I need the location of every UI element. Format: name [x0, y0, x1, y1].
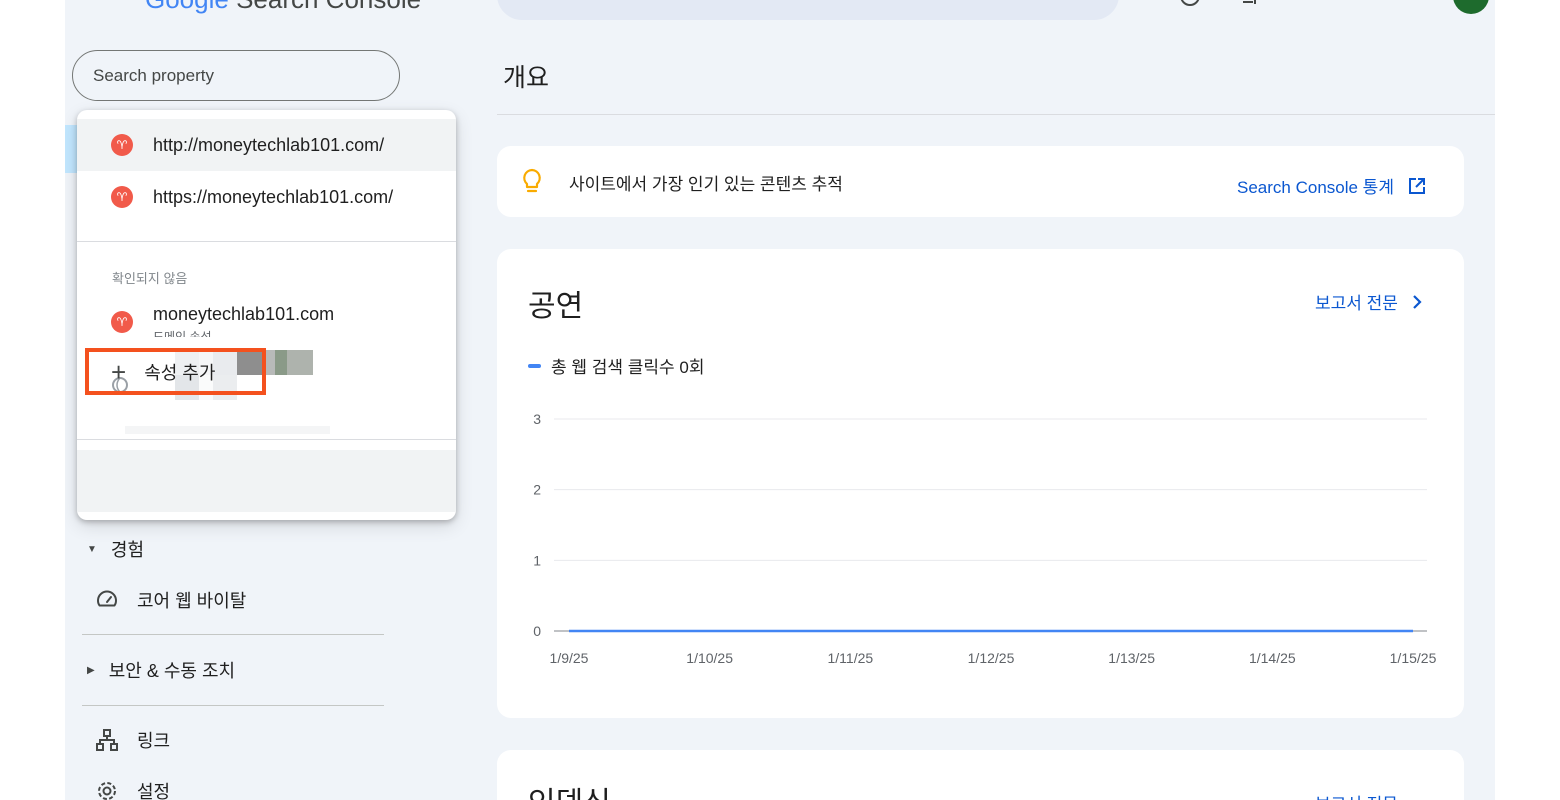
- add-property-label: 속성 추가: [144, 362, 216, 383]
- add-property-button[interactable]: + 속성 추가: [85, 348, 266, 395]
- nav-section-experience[interactable]: ▼ 경험: [87, 536, 144, 562]
- account-avatar[interactable]: [1453, 0, 1489, 14]
- top-bar: Google Search Console: [65, 0, 1495, 26]
- gear-icon: [98, 782, 116, 800]
- notifications-icon[interactable]: [1305, 0, 1327, 12]
- site-favicon-icon: ♈: [111, 186, 133, 208]
- performance-card: 공연 보고서 전문 총 웹 검색 클릭수 0회 0 1 2 3 1/9/25 1/10/2…: [497, 249, 1464, 718]
- chevron-right-icon: [1413, 294, 1422, 309]
- app-logo[interactable]: Google Search Console: [145, 0, 421, 15]
- lightbulb-icon: [523, 168, 541, 193]
- performance-title: 공연: [528, 290, 584, 323]
- indexing-full-report-link[interactable]: 보고서 전문: [1315, 790, 1398, 800]
- property-option[interactable]: ♈ http://moneytechlab101.com/: [77, 119, 456, 171]
- site-favicon-icon: ♈: [111, 311, 133, 333]
- performance-chart: 0 1 2 3 1/9/25 1/10/25 1/11/25 1/12/25 1/13/25 1/…: [533, 411, 1437, 666]
- speed-gauge-icon: [97, 590, 117, 607]
- property-url: https://moneytechlab101.com/: [153, 186, 394, 207]
- add-property-row[interactable]: [77, 450, 456, 512]
- nav-item-settings[interactable]: 설정: [95, 778, 170, 800]
- page-title: 개요: [503, 64, 550, 92]
- redacted-text: [125, 426, 330, 434]
- nav-section-label: 보안 & 수동 조치: [108, 661, 236, 681]
- insights-link-label: Search Console 통계: [1237, 178, 1394, 197]
- x-tick-label: 1/11/25: [827, 650, 873, 666]
- property-url: moneytechlab101.com: [153, 303, 335, 324]
- top-search-bar[interactable]: [497, 0, 1119, 20]
- tip-card: 사이트에서 가장 인기 있는 콘텐츠 추적 Search Console 통계: [497, 146, 1464, 217]
- dropdown-divider: [77, 439, 456, 440]
- legend-label: 총 웹 검색 클릭수 0회: [551, 358, 705, 377]
- x-tick-label: 1/9/25: [550, 650, 589, 666]
- nav-item-label: 설정: [137, 782, 171, 800]
- logo-google: Google: [145, 0, 229, 14]
- search-property-input[interactable]: Search property: [72, 50, 400, 101]
- nav-item-label: 링크: [137, 731, 171, 751]
- insights-link[interactable]: Search Console 통계: [1237, 173, 1426, 198]
- caret-right-icon: ▶: [87, 664, 95, 676]
- property-sublabel: 도메인 속성: [153, 330, 212, 337]
- site-favicon-icon: ♈: [111, 134, 133, 156]
- chart-legend[interactable]: 총 웹 검색 클릭수 0회: [528, 353, 704, 378]
- nav-divider: [82, 634, 384, 635]
- x-tick-label: 1/13/25: [1108, 650, 1155, 666]
- open-in-new-icon: [1408, 177, 1425, 194]
- sitemap-icon: [96, 729, 118, 751]
- property-dropdown: ♈ http://moneytechlab101.com/ ♈ https://…: [77, 110, 456, 520]
- logo-product: Search Console: [236, 0, 421, 14]
- x-tick-label: 1/14/25: [1249, 650, 1296, 666]
- help-icon[interactable]: [1179, 0, 1201, 12]
- search-console-app: Google Search Console Search property ▼ …: [65, 0, 1495, 800]
- dropdown-divider: [77, 241, 456, 242]
- tip-text: 사이트에서 가장 인기 있는 콘텐츠 추적: [569, 175, 843, 194]
- legend-swatch: [528, 363, 541, 368]
- property-url: http://moneytechlab101.com/: [153, 134, 385, 155]
- property-option[interactable]: ♈ moneytechlab101.com: [77, 290, 456, 342]
- nav-section-security[interactable]: ▶ 보안 & 수동 조치: [87, 657, 235, 683]
- nav-item-links[interactable]: 링크: [95, 727, 170, 753]
- performance-full-report-link[interactable]: 보고서 전문: [1315, 289, 1422, 314]
- report-link-label: 보고서 전문: [1315, 294, 1398, 313]
- apps-grid-icon[interactable]: [1395, 0, 1417, 12]
- y-tick-label: 3: [533, 411, 541, 427]
- y-tick-label: 0: [533, 623, 541, 639]
- caret-down-icon: ▼: [87, 543, 97, 555]
- x-tick-label: 1/10/25: [686, 650, 733, 666]
- x-tick-label: 1/15/25: [1390, 650, 1437, 666]
- user-settings-icon[interactable]: [1239, 0, 1261, 12]
- nav-item-core-web-vitals[interactable]: 코어 웹 바이탈: [95, 587, 246, 613]
- nav-item-label: 코어 웹 바이탈: [137, 591, 247, 611]
- indexing-card: 인덱싱 보고서 전문: [497, 750, 1464, 800]
- y-tick-label: 1: [533, 552, 541, 568]
- unverified-section-label: 확인되지 않음: [112, 271, 188, 286]
- plus-icon: +: [111, 356, 127, 387]
- x-tick-label: 1/12/25: [968, 650, 1015, 666]
- y-tick-label: 2: [533, 482, 541, 498]
- nav-section-label: 경험: [110, 540, 145, 560]
- nav-divider: [82, 705, 384, 706]
- indexing-title: 인덱싱: [528, 778, 611, 800]
- property-option[interactable]: ♈ https://moneytechlab101.com/: [77, 171, 456, 223]
- title-divider: [497, 114, 1495, 115]
